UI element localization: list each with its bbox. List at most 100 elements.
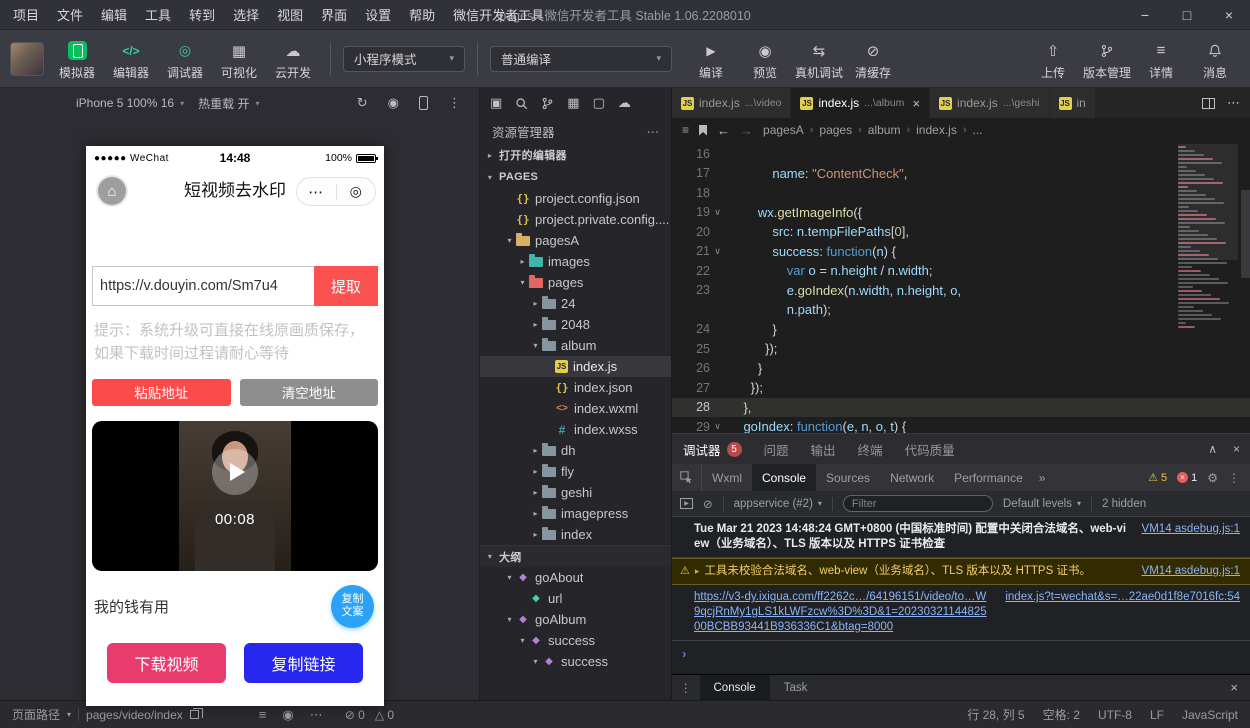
tree-item[interactable]: {}project.private.config.... [480,209,671,230]
breadcrumb-item[interactable]: index.js [916,123,957,137]
breadcrumb-item[interactable]: pages [819,123,852,137]
console-source-link[interactable]: VM14 asdebug.js:1 [1142,564,1240,579]
refresh-icon[interactable]: ↻ [357,95,368,111]
page-path-select[interactable]: 页面路径 ▾ pages/video/index [12,706,199,723]
debugger-tab[interactable]: 调试器5 [672,434,753,464]
hot-reload-toggle[interactable]: 热重载 开 ▾ [198,95,259,112]
tree-item[interactable]: <>index.wxml [480,398,671,419]
tree-item[interactable]: ▸images [480,251,671,272]
context-select[interactable]: appservice (#2) ▾ [734,498,822,510]
tree-item[interactable]: ▾◆success [480,630,671,651]
device-select[interactable]: iPhone 5 100% 16 ▾ [76,96,184,110]
eye-icon[interactable]: ◉ [282,707,293,723]
extract-button[interactable]: 提取 [314,266,378,306]
menu-item[interactable]: 微信开发者工具 [444,5,553,24]
status-encoding[interactable]: UTF-8 [1098,708,1132,722]
status-language[interactable]: JavaScript [1182,708,1238,722]
expand-icon[interactable]: ▸ [695,564,700,579]
back-icon[interactable]: ← [717,123,730,138]
tune-icon[interactable]: ≡ [259,707,267,722]
more-actions-icon[interactable]: ⋯ [310,707,323,723]
devtools-tab-network[interactable]: Network [880,464,944,491]
kebab-menu-icon[interactable]: ⋮ [1228,471,1240,485]
menu-item[interactable]: 项目 [4,5,48,24]
menu-item[interactable]: 界面 [312,5,356,24]
eval-context-icon[interactable]: ▶ [680,498,693,509]
code-area[interactable]: 1617 name: "ContentCheck",1819∨ wx.getIm… [672,142,1250,433]
clear-address-button[interactable]: 清空地址 [240,379,379,406]
collapse-panel-icon[interactable]: ∧ [1208,442,1217,456]
tree-item[interactable]: ▾pagesA [480,230,671,251]
tree-item[interactable]: ▸index [480,524,671,545]
drawer-tab-task[interactable]: Task [770,675,822,700]
outline-section[interactable]: ▾ 大纲 [480,545,671,567]
log-levels-select[interactable]: Default levels ▾ [1003,498,1081,510]
debugger-button[interactable]: ◎调试器 [160,37,210,81]
search-icon[interactable] [515,97,528,110]
download-video-button[interactable]: 下载视频 [107,643,226,683]
home-button[interactable]: ⌂ [96,175,128,207]
menu-item[interactable]: 编辑 [92,5,136,24]
tree-item[interactable]: ▸fly [480,461,671,482]
tree-item[interactable]: {}project.config.json [480,188,671,209]
settings-gear-icon[interactable]: ⚙ [1207,471,1218,485]
minimap-slider[interactable] [1178,144,1238,260]
cloud-dev-button[interactable]: ☁云开发 [268,37,318,81]
version-manage-button[interactable]: 版本管理 [1082,37,1132,81]
remote-debug-button[interactable]: ⇆真机调试 [794,37,844,81]
console-prompt[interactable]: › [672,641,1250,666]
menu-item[interactable]: 工具 [136,5,180,24]
console-message-text[interactable]: https://v3-dy.ixigua.com/ff2262c…/641961… [694,590,991,635]
inspect-element-icon[interactable] [672,464,702,491]
record-icon[interactable]: ◉ [388,95,399,111]
fold-icon[interactable]: ∨ [710,246,725,257]
more-icon[interactable]: ⋯ [297,183,336,201]
cloud-icon[interactable]: ☁ [618,95,631,111]
fold-icon[interactable]: ∨ [710,207,725,218]
user-avatar[interactable] [10,42,44,76]
menu-item[interactable]: 文件 [48,5,92,24]
devtools-tab-wxml[interactable]: Wxml [702,464,752,491]
split-editor-icon[interactable] [1202,98,1215,109]
breadcrumb-item[interactable]: ... [972,123,982,137]
debugger-tab[interactable]: 代码质量 [894,434,966,464]
panels-icon[interactable]: ▣ [490,95,502,111]
menu-item[interactable]: 视图 [268,5,312,24]
tree-item[interactable]: {}index.json [480,377,671,398]
simulator-button[interactable]: 模拟器 [52,37,102,81]
console-filter-input[interactable] [843,495,993,512]
compile-button[interactable]: ▶编译 [686,37,736,81]
problems-counts[interactable]: ⊘ 0 △ 0 [345,708,394,722]
drawer-tab-console[interactable]: Console [700,675,770,700]
mode-select[interactable]: 小程序模式 ▾ [343,46,465,72]
video-url-input[interactable] [92,266,314,306]
play-button[interactable] [212,449,258,495]
tree-item[interactable]: ▸dh [480,440,671,461]
menu-item[interactable]: 设置 [356,5,400,24]
bookmark-icon[interactable] [699,125,707,136]
close-drawer-icon[interactable]: × [1218,680,1250,695]
breadcrumb-item[interactable]: album [868,123,901,137]
tree-item[interactable]: ▸geshi [480,482,671,503]
messages-button[interactable]: 消息 [1190,37,1240,81]
copy-caption-button[interactable]: 复制 文案 [331,585,374,628]
preview-button[interactable]: ◉预览 [740,37,790,81]
menu-item[interactable]: 转到 [180,5,224,24]
tree-item[interactable]: ▸imagepress [480,503,671,524]
minimap[interactable] [1178,144,1238,431]
maximize-button[interactable]: □ [1166,0,1208,29]
status-eol[interactable]: LF [1150,708,1164,722]
minimize-button[interactable]: − [1124,0,1166,29]
breadcrumb-item[interactable]: pagesA [763,123,804,137]
close-button[interactable]: × [1208,0,1250,29]
tree-item[interactable]: ▾album [480,335,671,356]
grid-icon[interactable]: ▦ [567,95,579,111]
more-actions-icon[interactable]: ⋯ [647,124,660,139]
more-actions-icon[interactable]: ⋯ [1227,95,1240,111]
compile-mode-select[interactable]: 普通编译 ▾ [490,46,672,72]
tree-item[interactable]: ▾◆success [480,651,671,672]
tree-item[interactable]: #index.wxss [480,419,671,440]
overflow-tabs-icon[interactable]: » [1033,471,1052,485]
tree-item[interactable]: ▸2048 [480,314,671,335]
menu-item[interactable]: 帮助 [400,5,444,24]
